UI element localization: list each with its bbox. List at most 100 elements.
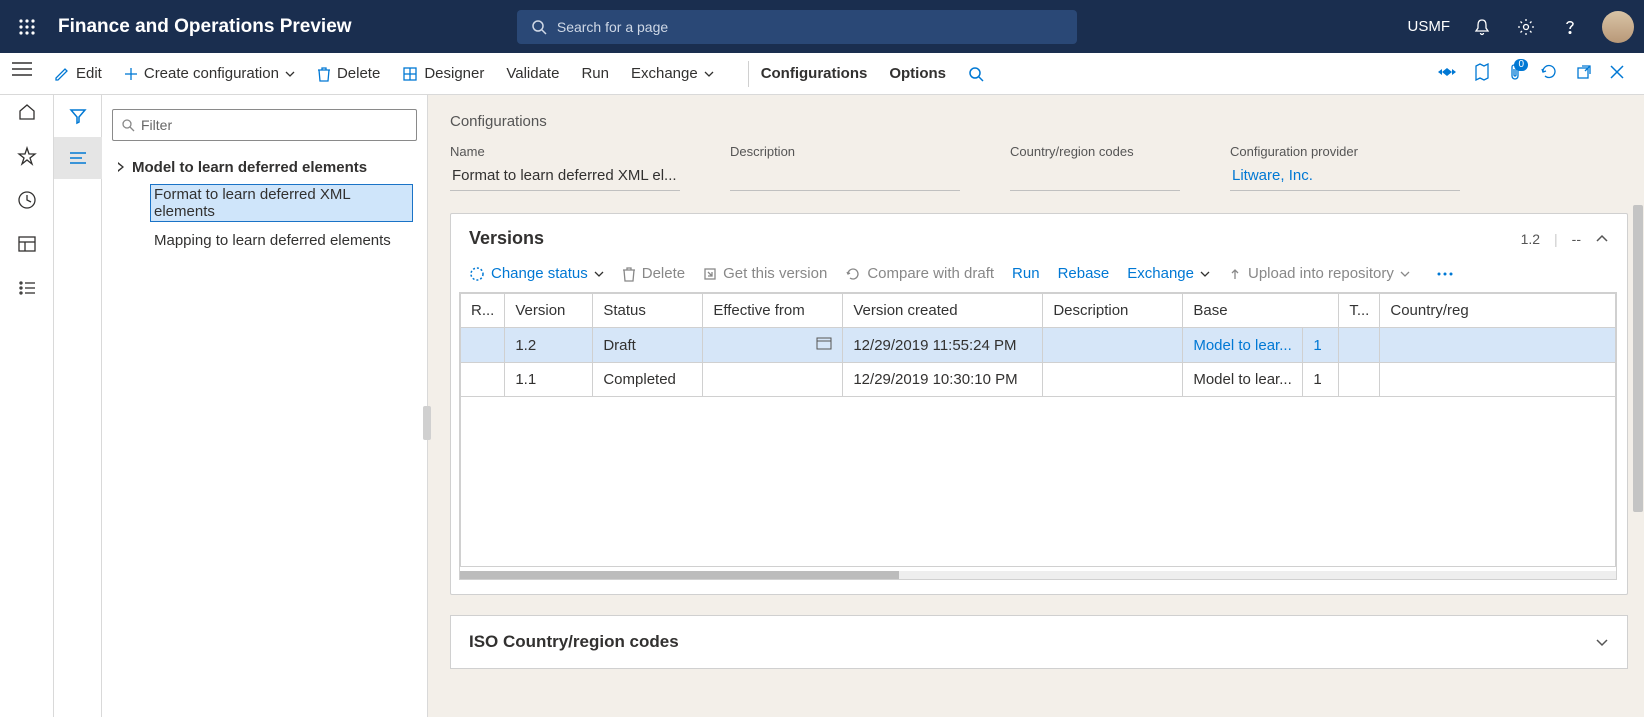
more-icon [1436, 271, 1454, 277]
gear-icon[interactable] [1514, 15, 1538, 39]
attachment-badge: 0 [1514, 59, 1528, 71]
separator [748, 61, 749, 87]
col-country[interactable]: Country/reg [1380, 294, 1616, 328]
options-tab[interactable]: Options [889, 65, 946, 82]
help-icon[interactable] [1558, 15, 1582, 39]
chevron-down-icon [704, 71, 714, 77]
tree-filter-input[interactable]: Filter [112, 109, 417, 141]
recent-icon[interactable] [16, 189, 38, 211]
collapse-icon[interactable] [116, 159, 132, 176]
get-version-button[interactable]: Get this version [703, 265, 827, 282]
compare-button[interactable]: Compare with draft [845, 265, 994, 282]
col-effective[interactable]: Effective from [703, 294, 843, 328]
run-button[interactable]: Run [581, 65, 609, 82]
workspace-icon[interactable] [16, 233, 38, 255]
search-input[interactable]: Search for a page [517, 10, 1077, 44]
grid-header-row: R... Version Status Effective from Versi… [461, 294, 1616, 328]
validate-button[interactable]: Validate [506, 65, 559, 82]
collapse-icon[interactable] [1595, 231, 1609, 247]
filter-rail [54, 95, 102, 717]
chevron-down-icon [1200, 271, 1210, 277]
versions-run-button[interactable]: Run [1012, 265, 1040, 282]
chevron-down-icon [285, 71, 295, 77]
designer-icon [402, 66, 418, 82]
topbar: Finance and Operations Preview Search fo… [0, 0, 1644, 53]
pane-resize-handle[interactable] [423, 406, 431, 440]
col-base[interactable]: Base [1183, 294, 1339, 328]
versions-current: 1.2 [1521, 231, 1540, 247]
status-icon [469, 266, 485, 282]
iso-card[interactable]: ISO Country/region codes [450, 615, 1628, 669]
rebase-button[interactable]: Rebase [1058, 265, 1110, 282]
field-name: Name Format to learn deferred XML el... [450, 144, 680, 191]
calendar-icon[interactable] [816, 336, 832, 350]
chevron-down-icon [594, 271, 604, 277]
company-label[interactable]: USMF [1407, 18, 1450, 35]
iso-title: ISO Country/region codes [469, 632, 679, 652]
field-description-value[interactable] [730, 163, 960, 191]
hamburger-icon[interactable] [12, 61, 32, 80]
avatar[interactable] [1602, 11, 1634, 43]
exchange-button[interactable]: Exchange [631, 65, 714, 82]
upload-button[interactable]: Upload into repository [1228, 265, 1410, 282]
download-icon [703, 267, 717, 281]
diamond-icon[interactable] [1438, 65, 1456, 83]
versions-grid: R... Version Status Effective from Versi… [459, 292, 1617, 580]
col-status[interactable]: Status [593, 294, 703, 328]
attachment-icon[interactable]: 0 [1508, 63, 1522, 85]
field-country-codes-value[interactable] [1010, 163, 1180, 191]
app-title: Finance and Operations Preview [58, 16, 352, 38]
create-configuration-button[interactable]: Create configuration [124, 65, 295, 82]
versions-delete-button[interactable]: Delete [622, 265, 685, 282]
versions-title: Versions [469, 228, 544, 249]
tree-item-mapping[interactable]: Mapping to learn deferred elements [112, 226, 417, 255]
tree-pane: Filter Model to learn deferred elements … [102, 95, 428, 717]
waffle-icon[interactable] [10, 18, 44, 36]
map-icon[interactable] [1474, 63, 1490, 85]
col-version[interactable]: Version [505, 294, 593, 328]
compare-icon [845, 266, 861, 282]
star-icon[interactable] [16, 145, 38, 167]
filter-icon[interactable] [54, 95, 102, 137]
vertical-scrollbar[interactable] [1632, 205, 1644, 717]
versions-card: Versions 1.2 | -- Change status [450, 213, 1628, 595]
chevron-down-icon[interactable] [1595, 634, 1609, 650]
designer-button[interactable]: Designer [402, 65, 484, 82]
tree-item-format[interactable]: Format to learn deferred XML elements [112, 180, 417, 226]
overflow-button[interactable] [1436, 271, 1454, 277]
popout-icon[interactable] [1576, 64, 1592, 84]
main-content: Configurations Name Format to learn defe… [428, 95, 1644, 717]
bell-icon[interactable] [1470, 15, 1494, 39]
table-row[interactable]: 1.1 Completed 12/29/2019 10:30:10 PM Mod… [461, 363, 1616, 397]
col-description[interactable]: Description [1043, 294, 1183, 328]
trash-icon [622, 266, 636, 282]
table-row[interactable]: 1.2 Draft 12/29/2019 11:55:24 PM Model t… [461, 328, 1616, 363]
find-button[interactable] [968, 66, 984, 82]
tree-root[interactable]: Model to learn deferred elements [112, 155, 417, 180]
delete-button[interactable]: Delete [317, 65, 380, 82]
modules-icon[interactable] [16, 277, 38, 299]
filter-placeholder: Filter [141, 117, 172, 133]
col-r[interactable]: R... [461, 294, 505, 328]
edit-button[interactable]: Edit [54, 65, 102, 82]
breadcrumb: Configurations [450, 113, 1628, 130]
lines-icon[interactable] [54, 137, 102, 179]
home-icon[interactable] [16, 101, 38, 123]
horizontal-scrollbar[interactable] [460, 571, 1616, 579]
search-placeholder: Search for a page [557, 19, 668, 35]
trash-icon [317, 66, 331, 82]
field-provider-value[interactable]: Litware, Inc. [1230, 163, 1460, 191]
upload-icon [1228, 267, 1242, 281]
versions-exchange-button[interactable]: Exchange [1127, 265, 1210, 282]
plus-icon [124, 67, 138, 81]
field-country-codes: Country/region codes [1010, 144, 1180, 191]
col-t[interactable]: T... [1339, 294, 1380, 328]
search-icon [531, 19, 547, 35]
grid-empty-space [460, 397, 1616, 567]
col-created[interactable]: Version created [843, 294, 1043, 328]
refresh-icon[interactable] [1540, 63, 1558, 85]
close-icon[interactable] [1610, 65, 1624, 83]
change-status-button[interactable]: Change status [469, 265, 604, 282]
configurations-tab[interactable]: Configurations [761, 65, 868, 82]
field-name-value[interactable]: Format to learn deferred XML el... [450, 163, 680, 191]
